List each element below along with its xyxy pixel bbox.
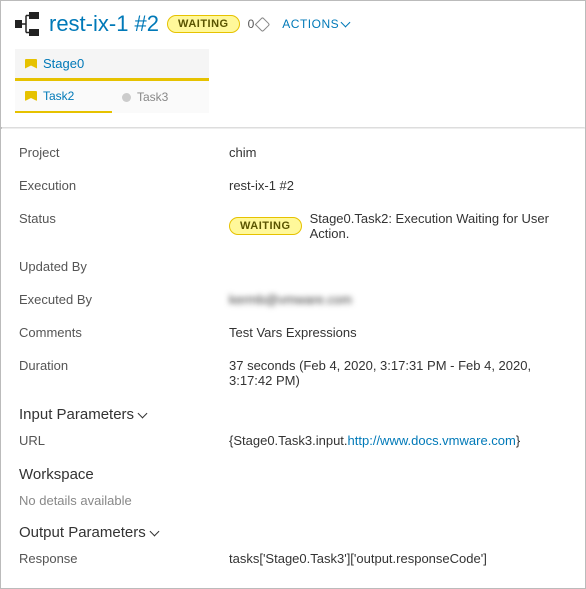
url-link[interactable]: http://www.docs.vmware.com xyxy=(348,433,516,448)
row-project: Project chim xyxy=(19,145,567,160)
label-comments: Comments xyxy=(19,325,229,340)
stage-diagram: Stage0 Task2 Task3 xyxy=(1,45,585,127)
task-label: Task2 xyxy=(43,89,74,103)
actions-label: ACTIONS xyxy=(282,17,339,31)
label-project: Project xyxy=(19,145,229,160)
label-duration: Duration xyxy=(19,358,229,373)
pipeline-header: rest-ix-1 #2 WAITING 0 ACTIONS xyxy=(1,1,585,45)
envelope-icon xyxy=(25,91,37,101)
label-response: Response xyxy=(19,551,229,566)
value-response: tasks['Stage0.Task3']['output.responseCo… xyxy=(229,551,567,566)
actions-menu[interactable]: ACTIONS xyxy=(282,17,349,31)
task-label: Task3 xyxy=(137,90,168,104)
pipeline-icon xyxy=(15,12,41,36)
pipeline-title[interactable]: rest-ix-1 #2 xyxy=(49,11,159,37)
row-comments: Comments Test Vars Expressions xyxy=(19,325,567,340)
tag-count: 0 xyxy=(248,17,269,31)
value-duration: 37 seconds (Feb 4, 2020, 3:17:31 PM - Fe… xyxy=(229,358,567,388)
label-updated-by: Updated By xyxy=(19,259,229,274)
workspace-empty: No details available xyxy=(19,493,567,508)
task-row: Task2 Task3 xyxy=(15,81,209,113)
value-executed-by: kermb@vmware.com xyxy=(229,292,567,307)
heading-output-parameters: Output Parameters xyxy=(19,524,146,541)
row-response: Response tasks['Stage0.Task3']['output.r… xyxy=(19,551,567,566)
row-duration: Duration 37 seconds (Feb 4, 2020, 3:17:3… xyxy=(19,358,567,388)
status-text: Stage0.Task2: Execution Waiting for User… xyxy=(310,211,567,241)
row-url: URL {Stage0.Task3.input.http://www.docs.… xyxy=(19,433,567,448)
section-output-parameters[interactable]: Output Parameters xyxy=(19,524,567,541)
heading-workspace: Workspace xyxy=(19,466,94,483)
value-execution[interactable]: rest-ix-1 #2 xyxy=(229,178,567,193)
heading-input-parameters: Input Parameters xyxy=(19,406,134,423)
status-badge: WAITING xyxy=(229,217,302,235)
value-project: chim xyxy=(229,145,567,160)
stage-header[interactable]: Stage0 xyxy=(15,49,209,81)
task-task3[interactable]: Task3 xyxy=(112,81,209,113)
row-status: Status WAITING Stage0.Task2: Execution W… xyxy=(19,211,567,241)
chevron-down-icon xyxy=(151,524,158,541)
label-execution: Execution xyxy=(19,178,229,193)
url-suffix: } xyxy=(516,433,520,448)
chevron-down-icon xyxy=(139,406,146,423)
row-updated-by: Updated By xyxy=(19,259,567,274)
value-url: {Stage0.Task3.input.http://www.docs.vmwa… xyxy=(229,433,567,448)
details-panel: Project chim Execution rest-ix-1 #2 Stat… xyxy=(1,129,585,566)
section-workspace: Workspace xyxy=(19,466,567,483)
value-comments: Test Vars Expressions xyxy=(229,325,567,340)
row-executed-by: Executed By kermb@vmware.com xyxy=(19,292,567,307)
section-input-parameters[interactable]: Input Parameters xyxy=(19,406,567,423)
label-status: Status xyxy=(19,211,229,226)
stage-box: Stage0 Task2 Task3 xyxy=(15,49,209,113)
pending-icon xyxy=(122,93,131,102)
task-task2[interactable]: Task2 xyxy=(15,81,112,113)
label-executed-by: Executed By xyxy=(19,292,229,307)
url-prefix: {Stage0.Task3.input. xyxy=(229,433,348,448)
chevron-down-icon xyxy=(342,17,349,31)
stage-name: Stage0 xyxy=(43,56,84,71)
status-badge: WAITING xyxy=(167,15,240,33)
label-url: URL xyxy=(19,433,229,448)
row-execution: Execution rest-ix-1 #2 xyxy=(19,178,567,193)
value-status: WAITING Stage0.Task2: Execution Waiting … xyxy=(229,211,567,241)
envelope-icon xyxy=(25,59,37,69)
tag-icon xyxy=(255,16,271,32)
